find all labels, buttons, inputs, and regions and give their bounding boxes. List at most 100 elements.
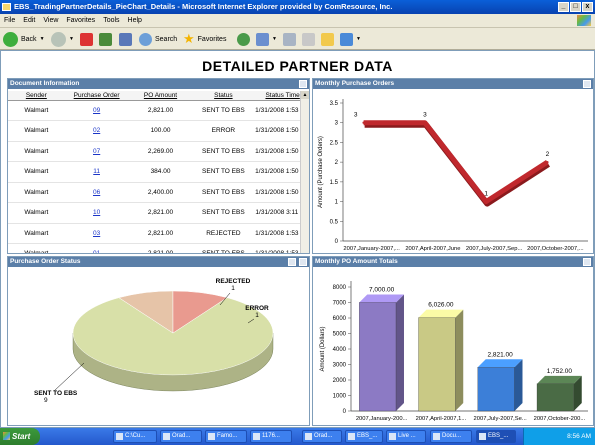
data-label: 3 (354, 112, 358, 119)
panel-menu-icon[interactable] (583, 258, 591, 266)
maximize-button[interactable]: □ (570, 2, 581, 12)
y-tick-label: 3.5 (330, 101, 339, 107)
table-row: Walmart 06 2,400.00 SENT TO EBS 1/31/2008 1:… (8, 182, 309, 203)
table-cell: SENT TO EBS (192, 182, 255, 203)
y-tick-label: 1 (335, 200, 339, 206)
x-tick-label: 2007,July-2007,Sep... (466, 246, 523, 252)
data-point (546, 160, 549, 164)
menu-favorites[interactable]: Favorites (62, 14, 99, 28)
stop-icon (80, 32, 93, 46)
table-cell: 100.00 (128, 120, 193, 142)
x-tick-label: 2007,October-200... (534, 416, 586, 422)
pie-value-label: 9 (44, 397, 48, 404)
taskbar-item[interactable]: Docu... (430, 430, 472, 443)
app-icon (253, 433, 260, 440)
history-button[interactable] (237, 31, 250, 47)
panel-menu-icon[interactable] (299, 258, 307, 266)
table-cell: REJECTED (192, 223, 255, 244)
y-tick-label: 6000 (333, 316, 347, 322)
mail-button[interactable]: ▼ (256, 31, 277, 47)
table-cell: SENT TO EBS (192, 100, 255, 121)
table-scrollbar[interactable]: ▲ (300, 91, 309, 253)
series-line (363, 120, 549, 205)
purchase-order-link[interactable]: 03 (64, 223, 129, 244)
menu-tools[interactable]: Tools (99, 14, 123, 28)
purchase-order-link[interactable]: 01 (64, 243, 129, 253)
column-header[interactable]: PO Amount (128, 91, 193, 101)
folder-icon (321, 32, 334, 46)
taskbar-item[interactable]: C:\Cu... (113, 430, 157, 443)
back-button[interactable]: Back ▼ (3, 31, 45, 47)
scroll-up-icon[interactable]: ▲ (301, 91, 309, 99)
start-button[interactable]: Start (0, 428, 40, 445)
taskbar-item[interactable]: EBS_... (476, 430, 516, 443)
panel-menu-icon[interactable] (583, 80, 591, 88)
pie-leader-line (53, 362, 85, 392)
taskbar-item[interactable]: Orad... (160, 430, 202, 443)
history-icon (237, 32, 250, 46)
bar (536, 383, 574, 412)
panel-header: Monthly Purchase Orders (313, 79, 593, 89)
menu-file[interactable]: File (0, 14, 19, 28)
column-header[interactable]: Sender (8, 91, 65, 101)
taskbar-item[interactable]: 1176... (250, 430, 292, 443)
x-tick-label: 2007,April-2007,1... (416, 416, 467, 422)
panel-restore-icon[interactable] (288, 258, 296, 266)
panel-header: Purchase Order Status (8, 257, 309, 267)
taskbar-item[interactable]: EBS_... (345, 430, 383, 443)
purchase-order-link[interactable]: 10 (64, 202, 129, 224)
pie-chart: SENT TO EBS9REJECTED1ERROR1 (34, 278, 274, 404)
forward-button[interactable]: ▼ (51, 31, 74, 47)
x-tick-label: 2007,January-2007,... (343, 246, 400, 252)
taskbar-item[interactable]: Famo... (205, 430, 247, 443)
purchase-order-link[interactable]: 06 (64, 182, 129, 203)
pie-value-label: 1 (255, 312, 259, 319)
stop-button[interactable] (80, 31, 93, 47)
bar-side (455, 309, 464, 411)
purchase-order-link[interactable]: 02 (64, 120, 129, 142)
favorites-button[interactable]: ★ Favorites (183, 31, 226, 47)
minimize-button[interactable]: _ (558, 2, 569, 12)
menu-help[interactable]: Help (124, 14, 146, 28)
pie-label: SENT TO EBS (34, 390, 78, 397)
messenger-icon (340, 32, 353, 46)
taskbar-item[interactable]: Live ... (386, 430, 426, 443)
purchase-order-link[interactable]: 11 (64, 161, 129, 183)
y-tick-label: 8000 (333, 285, 347, 291)
table-cell: 2,821.00 (128, 100, 193, 121)
column-header[interactable]: Status (192, 91, 255, 101)
column-header[interactable]: Purchase Order (64, 91, 129, 101)
refresh-button[interactable] (99, 31, 112, 47)
app-icon (348, 433, 355, 440)
purchase-order-link[interactable]: 07 (64, 141, 129, 162)
panel-menu-icon[interactable] (299, 80, 307, 88)
close-button[interactable]: x (582, 2, 593, 12)
edit-button[interactable] (302, 31, 315, 47)
table-cell: Walmart (8, 202, 65, 224)
folder-button[interactable] (321, 31, 334, 47)
po-status-panel: Purchase Order Status SENT TO EBS 9 REJECT… (7, 256, 310, 426)
app-icon (116, 433, 123, 440)
y-tick-label: 5000 (333, 332, 347, 338)
window-title: EBS_TradingPartnerDetails_PieChart_Detai… (14, 2, 393, 11)
table-cell: ERROR (192, 120, 255, 142)
data-point (362, 121, 365, 124)
print-button[interactable] (283, 31, 296, 47)
table-row: Walmart 02 100.00 ERROR 1/31/2008 1:50 PM (8, 120, 309, 142)
x-tick-label: 2007,April-2007,June (405, 246, 460, 252)
taskbar-item-label: EBS_... (357, 433, 378, 439)
app-icon (389, 433, 396, 440)
pie-label: REJECTED (216, 278, 251, 285)
home-button[interactable] (119, 31, 132, 47)
window-title-bar: EBS_TradingPartnerDetails_PieChart_Detai… (0, 0, 595, 14)
app-icon (433, 433, 440, 440)
po-amount-panel: Monthly PO Amount Totals 0 1000 2000 3000 40… (312, 256, 594, 426)
search-button[interactable]: Search (139, 31, 177, 47)
taskbar-item[interactable]: Orad... (302, 430, 342, 443)
purchase-order-link[interactable]: 09 (64, 100, 129, 121)
menu-view[interactable]: View (39, 14, 62, 28)
y-tick-label: 0 (335, 239, 339, 245)
messenger-button[interactable]: ▼ (340, 31, 361, 47)
menu-edit[interactable]: Edit (19, 14, 39, 28)
data-label: 6,026.00 (428, 302, 454, 309)
